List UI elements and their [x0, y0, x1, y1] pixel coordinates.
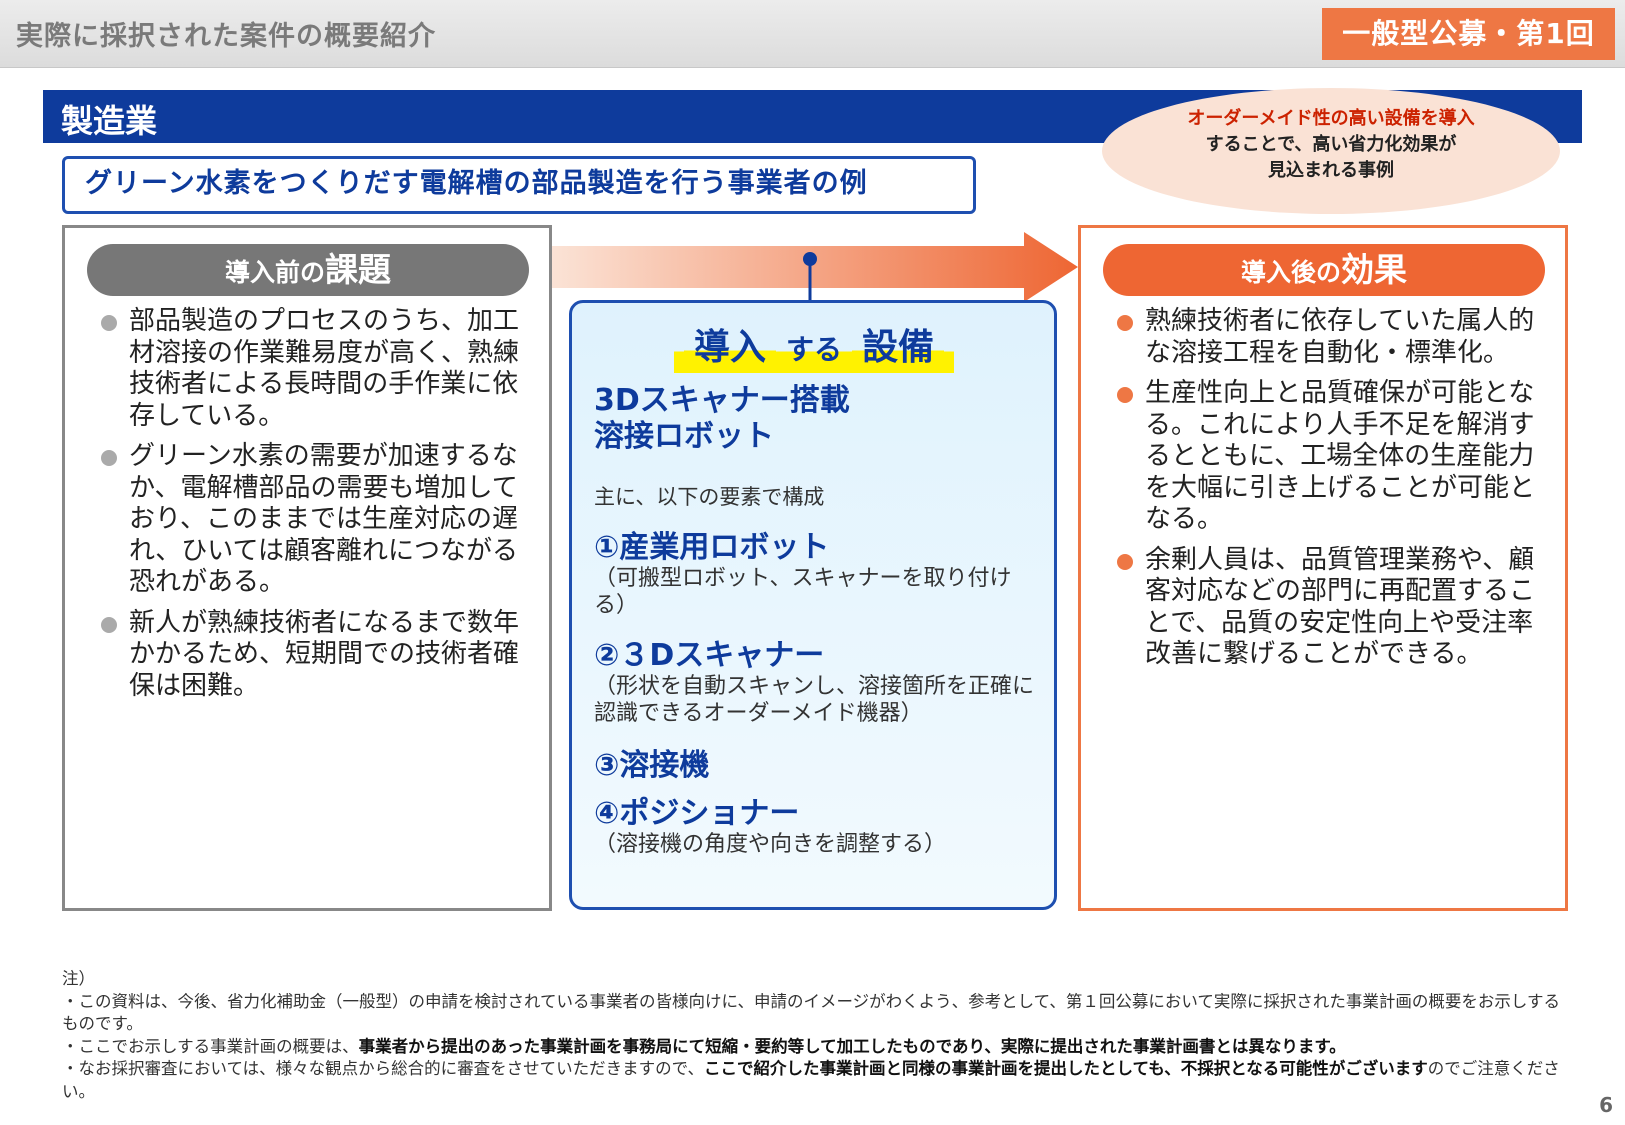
after-item-text: 生産性向上と品質確保が可能となる。これにより人手不足を解消するとともに、工場全体…	[1145, 378, 1536, 534]
oval-line-1: オーダーメイド性の高い設備を導入	[1187, 108, 1475, 129]
heading-part-c: 設備	[852, 325, 945, 371]
bullet-icon	[1117, 553, 1133, 570]
equipment-panel: 導入 する 設備 3Dスキャナー搭載 溶接ロボット 主に、以下の要素で構成 ①産業用…	[569, 300, 1057, 910]
equipment-heading: 導入 する 設備	[594, 325, 1034, 373]
component-desc: （可搬型ロボット、スキャナーを取り付ける）	[594, 566, 1012, 618]
component-desc: （形状を自動スキャンし、溶接箇所を正確に認識できるオーダーメイド機器）	[594, 674, 1035, 726]
equipment-name-line-2: 溶接ロボット	[594, 419, 774, 454]
highlight-oval: オーダーメイド性の高い設備を導入 することで、高い省力化効果が 見込まれる事例	[1102, 88, 1560, 214]
page-title: 実際に採択された案件の概要紹介	[16, 21, 436, 52]
bullet-icon	[101, 616, 117, 633]
after-item-text: 熟練技術者に依存していた属人的な溶接工程を自動化・標準化。	[1145, 306, 1535, 368]
after-label-small: 導入後の	[1240, 258, 1341, 287]
after-label: 導入後の効果	[1103, 244, 1545, 296]
heading-part-b: する	[775, 327, 852, 373]
bullet-icon	[1117, 387, 1133, 403]
oval-line-3: 見込まれる事例	[1268, 160, 1394, 181]
page-number: 6	[1599, 1093, 1613, 1117]
equipment-name-line-1: 3Dスキャナー搭載	[594, 383, 850, 418]
bullet-icon	[101, 450, 117, 466]
list-item: 生産性向上と品質確保が可能となる。これにより人手不足を解消するとともに、工場全体…	[1117, 378, 1555, 536]
header-bar: 実際に採択された案件の概要紹介 一般型公募・第1回	[0, 0, 1625, 68]
after-list: 熟練技術者に依存していた属人的な溶接工程を自動化・標準化。 生産性向上と品質確保…	[1117, 306, 1555, 680]
call-badge: 一般型公募・第1回	[1322, 8, 1615, 60]
example-title: グリーン水素をつくりだす電解槽の部品製造を行う事業者の例	[62, 156, 976, 214]
note-1: ・この資料は、今後、省力化補助金（一般型）の申請を検討されている事業者の皆様向け…	[62, 991, 1561, 1034]
before-item-text: 部品製造のプロセスのうち、加工材溶接の作業難易度が高く、熟練技術者による長時間の…	[129, 306, 520, 431]
component-item: ③溶接機	[594, 749, 1034, 783]
notes-label: 注）	[62, 969, 95, 988]
component-item: ①産業用ロボット （可搬型ロボット、スキャナーを取り付ける）	[594, 531, 1034, 619]
note-2-plain: ・ここでお示しする事業計画の概要は、	[62, 1036, 359, 1056]
before-item-text: グリーン水素の需要が加速するなか、電解槽部品の需要も増加しており、このままでは生…	[129, 441, 518, 597]
component-item: ④ポジショナー （溶接機の角度や向きを調整する）	[594, 797, 1034, 858]
before-label: 導入前の課題	[87, 244, 529, 296]
list-item: 熟練技術者に依存していた属人的な溶接工程を自動化・標準化。	[1117, 306, 1555, 369]
list-item: 部品製造のプロセスのうち、加工材溶接の作業難易度が高く、熟練技術者による長時間の…	[101, 306, 539, 432]
flow-arrow	[552, 232, 1078, 302]
before-label-big: 課題	[325, 250, 391, 289]
oval-line-2: することで、高い省力化効果が	[1205, 134, 1457, 155]
equipment-name: 3Dスキャナー搭載 溶接ロボット	[594, 383, 1034, 455]
component-title: ③溶接機	[594, 748, 710, 783]
note-3-plain: ・なお採択審査においては、様々な観点から総合的に審査をさせていただきますので、	[62, 1059, 705, 1078]
bullet-icon	[1117, 315, 1133, 331]
after-item-text: 余剰人員は、品質管理業務や、顧客対応などの部門に再配置することで、品質の安定性向…	[1145, 544, 1536, 670]
component-item: ②３Dスキャナー （形状を自動スキャンし、溶接箇所を正確に認識できるオーダーメイ…	[594, 639, 1034, 727]
note-2: ・ここでお示しする事業計画の概要は、事業者から提出のあった事業計画を事務局にて短…	[62, 1036, 1567, 1059]
footnotes: 注） ・この資料は、今後、省力化補助金（一般型）の申請を検討されている事業者の皆…	[62, 968, 1567, 1103]
category-label: 製造業	[61, 102, 158, 140]
before-panel: 導入前の課題 部品製造のプロセスのうち、加工材溶接の作業難易度が高く、熟練技術者…	[62, 225, 552, 911]
bullet-icon	[101, 315, 117, 331]
before-list: 部品製造のプロセスのうち、加工材溶接の作業難易度が高く、熟練技術者による長時間の…	[101, 306, 539, 711]
before-label-small: 導入前の	[224, 258, 325, 287]
after-label-big: 効果	[1341, 250, 1407, 289]
note-2-bold: 事業者から提出のあった事業計画を事務局にて短縮・要約等して加工したものであり、実…	[358, 1036, 1346, 1056]
list-item: グリーン水素の需要が加速するなか、電解槽部品の需要も増加しており、このままでは生…	[101, 441, 539, 599]
heading-part-a: 導入	[683, 325, 776, 371]
list-item: 新人が熟練技術者になるまで数年かかるため、短期間での技術者確保は困難。	[101, 608, 539, 703]
component-title: ①産業用ロボット	[594, 530, 830, 565]
equipment-intro: 主に、以下の要素で構成	[594, 485, 825, 509]
component-title: ④ポジショナー	[594, 796, 800, 831]
component-desc: （溶接機の角度や向きを調整する）	[594, 832, 947, 857]
list-item: 余剰人員は、品質管理業務や、顧客対応などの部門に再配置することで、品質の安定性向…	[1117, 545, 1555, 671]
after-panel: 導入後の効果 熟練技術者に依存していた属人的な溶接工程を自動化・標準化。 生産性…	[1078, 225, 1568, 911]
note-3: ・なお採択審査においては、様々な観点から総合的に審査をさせていただきますので、こ…	[62, 1058, 1567, 1103]
note-3-bold: ここで紹介した事業計画と同様の事業計画を提出したとしても、不採択となる可能性がご…	[704, 1059, 1428, 1078]
before-item-text: 新人が熟練技術者になるまで数年かかるため、短期間での技術者確保は困難。	[129, 607, 520, 701]
component-title: ②３Dスキャナー	[594, 638, 825, 673]
